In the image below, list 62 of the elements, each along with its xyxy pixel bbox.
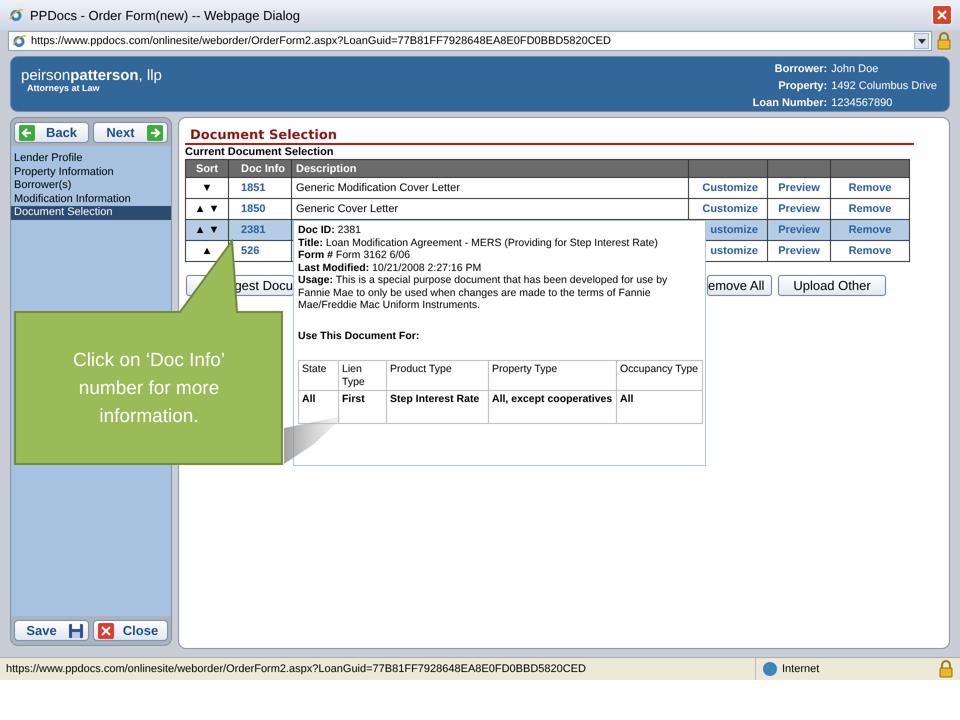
- back-button[interactable]: Back: [14, 122, 89, 143]
- table-cell: All: [616, 390, 702, 424]
- sidebar-item[interactable]: Property Information: [11, 166, 171, 179]
- usage-heading: Use This Document For:: [298, 330, 420, 342]
- close-icon: [936, 9, 948, 21]
- right-arrow-icon: [147, 124, 163, 140]
- sort-arrows[interactable]: ▲: [202, 245, 212, 257]
- field-label: Borrower:: [774, 63, 828, 76]
- action-button[interactable]: Upload Other: [778, 275, 886, 296]
- logo-text: peirsonpatterson, llp: [21, 68, 162, 83]
- section-title: Document Selection: [185, 128, 914, 145]
- lock-icon: [936, 32, 952, 50]
- close-button[interactable]: Close: [93, 620, 168, 641]
- next-button[interactable]: Next: [93, 122, 168, 143]
- column-header: Occupancy Type: [616, 360, 702, 390]
- doc-info-link[interactable]: 526: [241, 245, 260, 257]
- column-header: [768, 160, 830, 178]
- column-header: Sort: [186, 160, 228, 178]
- column-header: Description: [292, 160, 688, 178]
- sidebar-item[interactable]: Lender Profile: [11, 152, 171, 166]
- field-value: 1234567890: [831, 97, 894, 110]
- globe-icon: [762, 661, 778, 677]
- tagline: Attorneys at Law: [27, 83, 100, 93]
- close-icon: [98, 622, 114, 638]
- table-row[interactable]: ▼ 1851 Generic Modification Cover Letter Customize Preview Remove: [186, 178, 910, 198]
- section-subtitle: Current Document Selection: [185, 145, 335, 159]
- zone-label: Internet: [782, 663, 820, 675]
- column-header: Doc Info: [228, 160, 292, 178]
- field-label: Loan Number:: [752, 97, 828, 110]
- sidebar-item[interactable]: Document Selection: [11, 206, 171, 220]
- callout-text: Click on ‘Doc Info’ number for more information.: [72, 349, 226, 429]
- column-header: Product Type: [386, 360, 488, 390]
- field-value: John Doe: [831, 63, 880, 76]
- column-header: Property Type: [488, 360, 616, 390]
- doc-detail: Doc ID: 2381: [298, 224, 362, 236]
- dropdown-button[interactable]: [914, 33, 929, 49]
- column-header: Lien Type: [338, 360, 386, 390]
- action-button[interactable]: emove All: [707, 275, 772, 296]
- doc-detail: Form # Form 3162 6/06: [298, 249, 412, 262]
- save-button[interactable]: Save: [14, 620, 89, 641]
- table-cell: All, except cooperatives: [488, 390, 616, 424]
- field-label: Property:: [777, 80, 828, 93]
- caret-icon: [918, 38, 926, 44]
- field-value: 1492 Columbus Drive: [831, 80, 937, 93]
- column-header: State: [298, 360, 338, 390]
- browser-icon: [8, 7, 24, 23]
- lock-icon: [938, 660, 954, 678]
- table-cell: Generic Modification Cover Letter: [292, 178, 688, 198]
- close-button[interactable]: [932, 5, 952, 25]
- window-title: PPDocs - Order Form(new) -- Webpage Dialog: [30, 8, 301, 22]
- table-cell: Step Interest Rate: [386, 390, 488, 424]
- sidebar-item[interactable]: Borrower(s): [11, 179, 171, 192]
- doc-detail: Usage: This is a special purpose document that has been developed for use by Fannie Mae to only be used when changes are made to the terms of Fannie Mae/Freddie Mac Uniform Instruments.: [298, 274, 668, 312]
- browser-icon: [11, 33, 27, 49]
- sidebar-item[interactable]: Modification Information: [11, 192, 171, 206]
- address-field[interactable]: https://www.ppdocs.com/onlinesite/weborder/OrderForm2.aspx?LoanGuid=77B81FF7928648EA8E0FD0BBD5820CED: [8, 31, 932, 51]
- doc-detail: Last Modified: 10/21/2008 2:27:16 PM: [298, 262, 482, 274]
- sort-arrows[interactable]: ▼: [202, 182, 212, 194]
- callout-shadow: [284, 416, 344, 464]
- left-arrow-icon: [19, 124, 35, 140]
- status-url: https://www.ppdocs.com/onlinesite/weborder/OrderForm2.aspx?LoanGuid=77B81FF7928648EA8E0FD0BBD5820CED: [6, 663, 587, 675]
- doc-detail: Title: Loan Modification Agreement - MERS (Providing for Step Interest Rate): [298, 236, 659, 249]
